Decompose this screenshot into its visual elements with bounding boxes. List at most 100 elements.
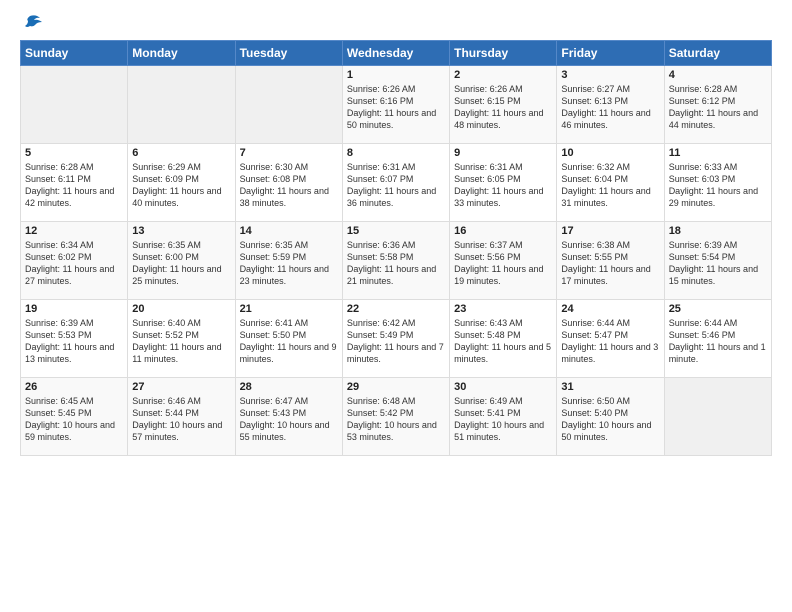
day-number: 27 [132, 381, 230, 393]
calendar-cell: 29 Sunrise: 6:48 AMSunset: 5:42 PMDayligh… [342, 378, 449, 456]
cell-content: Sunrise: 6:49 AMSunset: 5:41 PMDaylight:… [454, 395, 552, 444]
weekday-header-sunday: Sunday [21, 41, 128, 66]
calendar-cell: 18 Sunrise: 6:39 AMSunset: 5:54 PMDayligh… [664, 222, 771, 300]
cell-content: Sunrise: 6:35 AMSunset: 6:00 PMDaylight:… [132, 239, 230, 288]
day-number: 29 [347, 381, 445, 393]
day-number: 13 [132, 225, 230, 237]
calendar-cell: 17 Sunrise: 6:38 AMSunset: 5:55 PMDayligh… [557, 222, 664, 300]
calendar-cell [128, 66, 235, 144]
day-number: 22 [347, 303, 445, 315]
day-number: 1 [347, 69, 445, 81]
day-number: 16 [454, 225, 552, 237]
cell-content: Sunrise: 6:35 AMSunset: 5:59 PMDaylight:… [240, 239, 338, 288]
cell-content: Sunrise: 6:39 AMSunset: 5:53 PMDaylight:… [25, 317, 123, 366]
day-number: 31 [561, 381, 659, 393]
calendar-cell: 7Sunrise: 6:30 AMSunset: 6:08 PMDaylight… [235, 144, 342, 222]
cell-content: Sunrise: 6:47 AMSunset: 5:43 PMDaylight:… [240, 395, 338, 444]
calendar-cell: 27 Sunrise: 6:46 AMSunset: 5:44 PMDayligh… [128, 378, 235, 456]
weekday-header-wednesday: Wednesday [342, 41, 449, 66]
cell-content: Sunrise: 6:34 AMSunset: 6:02 PMDaylight:… [25, 239, 123, 288]
day-number: 30 [454, 381, 552, 393]
day-number: 28 [240, 381, 338, 393]
week-row-2: 5Sunrise: 6:28 AMSunset: 6:11 PMDaylight… [21, 144, 772, 222]
day-number: 9 [454, 147, 552, 159]
calendar-cell: 26 Sunrise: 6:45 AMSunset: 5:45 PMDayligh… [21, 378, 128, 456]
cell-content: Sunrise: 6:44 AMSunset: 5:46 PMDaylight:… [669, 317, 767, 366]
cell-content: Sunrise: 6:32 AMSunset: 6:04 PMDaylight:… [561, 161, 659, 210]
weekday-header-saturday: Saturday [664, 41, 771, 66]
weekday-header-friday: Friday [557, 41, 664, 66]
day-number: 25 [669, 303, 767, 315]
calendar-cell: 23Sunrise: 6:43 AMSunset: 5:48 PMDayligh… [450, 300, 557, 378]
calendar-cell: 30 Sunrise: 6:49 AMSunset: 5:41 PMDayligh… [450, 378, 557, 456]
cell-content: Sunrise: 6:37 AMSunset: 5:56 PMDaylight:… [454, 239, 552, 288]
day-number: 2 [454, 69, 552, 81]
cell-content: Sunrise: 6:44 AMSunset: 5:47 PMDaylight:… [561, 317, 659, 366]
day-number: 20 [132, 303, 230, 315]
day-number: 18 [669, 225, 767, 237]
day-number: 3 [561, 69, 659, 81]
cell-content: Sunrise: 6:36 AMSunset: 5:58 PMDaylight:… [347, 239, 445, 288]
day-number: 19 [25, 303, 123, 315]
cell-content: Sunrise: 6:43 AMSunset: 5:48 PMDaylight:… [454, 317, 552, 366]
calendar-cell: 20 Sunrise: 6:40 AMSunset: 5:52 PMDayligh… [128, 300, 235, 378]
day-number: 7 [240, 147, 338, 159]
day-number: 15 [347, 225, 445, 237]
calendar-cell: 28 Sunrise: 6:47 AMSunset: 5:43 PMDayligh… [235, 378, 342, 456]
logo [20, 18, 44, 34]
calendar-cell: 31 Sunrise: 6:50 AMSunset: 5:40 PMDayligh… [557, 378, 664, 456]
cell-content: Sunrise: 6:41 AMSunset: 5:50 PMDaylight:… [240, 317, 338, 366]
page: SundayMondayTuesdayWednesdayThursdayFrid… [0, 0, 792, 466]
weekday-header-monday: Monday [128, 41, 235, 66]
calendar-cell: 19 Sunrise: 6:39 AMSunset: 5:53 PMDayligh… [21, 300, 128, 378]
day-number: 4 [669, 69, 767, 81]
weekday-header-row: SundayMondayTuesdayWednesdayThursdayFrid… [21, 41, 772, 66]
calendar-cell: 13 Sunrise: 6:35 AMSunset: 6:00 PMDayligh… [128, 222, 235, 300]
cell-content: Sunrise: 6:28 AMSunset: 6:11 PMDaylight:… [25, 161, 123, 210]
calendar-cell [664, 378, 771, 456]
calendar-cell: 1Sunrise: 6:26 AMSunset: 6:16 PMDaylight… [342, 66, 449, 144]
day-number: 6 [132, 147, 230, 159]
calendar-cell: 16 Sunrise: 6:37 AMSunset: 5:56 PMDayligh… [450, 222, 557, 300]
calendar-cell: 5Sunrise: 6:28 AMSunset: 6:11 PMDaylight… [21, 144, 128, 222]
calendar-cell: 12 Sunrise: 6:34 AMSunset: 6:02 PMDayligh… [21, 222, 128, 300]
cell-content: Sunrise: 6:39 AMSunset: 5:54 PMDaylight:… [669, 239, 767, 288]
day-number: 24 [561, 303, 659, 315]
weekday-header-tuesday: Tuesday [235, 41, 342, 66]
cell-content: Sunrise: 6:50 AMSunset: 5:40 PMDaylight:… [561, 395, 659, 444]
week-row-4: 19 Sunrise: 6:39 AMSunset: 5:53 PMDayligh… [21, 300, 772, 378]
week-row-1: 1Sunrise: 6:26 AMSunset: 6:16 PMDaylight… [21, 66, 772, 144]
day-number: 11 [669, 147, 767, 159]
cell-content: Sunrise: 6:45 AMSunset: 5:45 PMDaylight:… [25, 395, 123, 444]
cell-content: Sunrise: 6:46 AMSunset: 5:44 PMDaylight:… [132, 395, 230, 444]
cell-content: Sunrise: 6:48 AMSunset: 5:42 PMDaylight:… [347, 395, 445, 444]
day-number: 8 [347, 147, 445, 159]
calendar-cell: 24 Sunrise: 6:44 AMSunset: 5:47 PMDayligh… [557, 300, 664, 378]
week-row-3: 12 Sunrise: 6:34 AMSunset: 6:02 PMDayligh… [21, 222, 772, 300]
day-number: 17 [561, 225, 659, 237]
cell-content: Sunrise: 6:28 AMSunset: 6:12 PMDaylight:… [669, 83, 767, 132]
calendar-cell: 2 Sunrise: 6:26 AMSunset: 6:15 PMDaylight… [450, 66, 557, 144]
cell-content: Sunrise: 6:31 AMSunset: 6:07 PMDaylight:… [347, 161, 445, 210]
cell-content: Sunrise: 6:42 AMSunset: 5:49 PMDaylight:… [347, 317, 445, 366]
cell-content: Sunrise: 6:29 AMSunset: 6:09 PMDaylight:… [132, 161, 230, 210]
logo-bird-icon [22, 12, 44, 34]
calendar-cell: 4 Sunrise: 6:28 AMSunset: 6:12 PMDaylight… [664, 66, 771, 144]
calendar-cell [235, 66, 342, 144]
cell-content: Sunrise: 6:27 AMSunset: 6:13 PMDaylight:… [561, 83, 659, 132]
calendar-cell: 9 Sunrise: 6:31 AMSunset: 6:05 PMDaylight… [450, 144, 557, 222]
day-number: 26 [25, 381, 123, 393]
day-number: 21 [240, 303, 338, 315]
cell-content: Sunrise: 6:26 AMSunset: 6:15 PMDaylight:… [454, 83, 552, 132]
cell-content: Sunrise: 6:38 AMSunset: 5:55 PMDaylight:… [561, 239, 659, 288]
cell-content: Sunrise: 6:31 AMSunset: 6:05 PMDaylight:… [454, 161, 552, 210]
calendar-cell: 3 Sunrise: 6:27 AMSunset: 6:13 PMDaylight… [557, 66, 664, 144]
calendar-cell: 11 Sunrise: 6:33 AMSunset: 6:03 PMDayligh… [664, 144, 771, 222]
calendar-cell: 14Sunrise: 6:35 AMSunset: 5:59 PMDayligh… [235, 222, 342, 300]
cell-content: Sunrise: 6:33 AMSunset: 6:03 PMDaylight:… [669, 161, 767, 210]
calendar-cell: 25 Sunrise: 6:44 AMSunset: 5:46 PMDayligh… [664, 300, 771, 378]
day-number: 12 [25, 225, 123, 237]
cell-content: Sunrise: 6:40 AMSunset: 5:52 PMDaylight:… [132, 317, 230, 366]
header [20, 18, 772, 34]
weekday-header-thursday: Thursday [450, 41, 557, 66]
